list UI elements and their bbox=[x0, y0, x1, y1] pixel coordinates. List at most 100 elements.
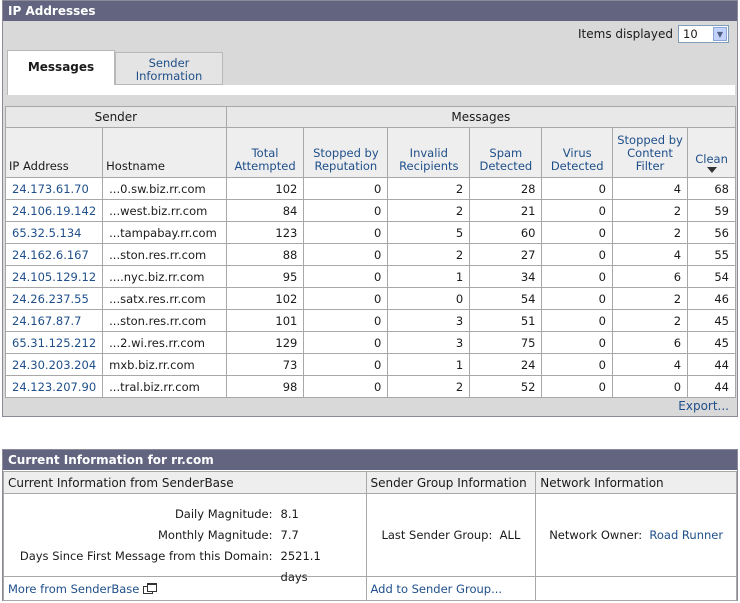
ip-address-link[interactable]: 24.26.237.55 bbox=[4, 287, 104, 310]
tab-label-line2: Information bbox=[135, 69, 203, 83]
clean-cell: 54 bbox=[687, 265, 736, 288]
col-invalid-recipients[interactable]: Invalid Recipients bbox=[387, 127, 471, 178]
ip-address-link[interactable]: 24.30.203.204 bbox=[4, 353, 104, 376]
last-sender-group-value: ALL bbox=[499, 528, 521, 542]
invalid-cell: 2 bbox=[387, 177, 471, 200]
invalid-cell: 2 bbox=[387, 243, 471, 266]
stopped-cell: 0 bbox=[303, 375, 389, 398]
table-row: 24.123.207.90 ...tral.biz.rr.com 98 0 2 52 0 0 4… bbox=[4, 375, 736, 398]
spam-cell: 54 bbox=[469, 287, 543, 310]
hostname-cell: ...tampabay.rr.com bbox=[102, 221, 227, 244]
ip-address-link[interactable]: 24.167.87.7 bbox=[4, 309, 104, 332]
invalid-cell: 0 bbox=[387, 287, 471, 310]
spam-cell: 52 bbox=[469, 375, 543, 398]
daily-magnitude-label: Daily Magnitude: bbox=[174, 506, 273, 521]
tab-sender-information[interactable]: Sender Information bbox=[115, 52, 223, 85]
col-stopped-line2: Reputation bbox=[314, 159, 378, 173]
stopped-cell: 0 bbox=[303, 265, 389, 288]
col-clean[interactable]: Clean bbox=[687, 127, 736, 178]
clean-cell: 46 bbox=[687, 287, 736, 310]
add-to-sender-group-link[interactable]: Add to Sender Group... bbox=[371, 582, 503, 596]
stopped-cell: 0 bbox=[303, 221, 389, 244]
hostname-cell: ...ston.res.rr.com bbox=[102, 309, 227, 332]
ip-address-link[interactable]: 65.31.125.212 bbox=[4, 331, 104, 354]
ip-address-link[interactable]: 24.173.61.70 bbox=[4, 177, 104, 200]
hostname-cell: ....nyc.biz.rr.com bbox=[102, 265, 227, 288]
col-virus-line1: Virus bbox=[562, 146, 592, 160]
export-link[interactable]: Export... bbox=[678, 399, 729, 413]
daily-magnitude-row: Daily Magnitude: 8.1 bbox=[5, 504, 365, 525]
invalid-cell: 1 bbox=[387, 353, 471, 376]
days-since-first-row: Days Since First Message from this Domai… bbox=[5, 546, 365, 584]
total-cell: 98 bbox=[225, 375, 305, 398]
external-window-icon[interactable] bbox=[143, 582, 158, 594]
total-cell: 84 bbox=[225, 199, 305, 222]
hostname-cell: mxb.biz.rr.com bbox=[102, 353, 227, 376]
spam-cell: 60 bbox=[469, 221, 543, 244]
days-since-first-value: 2521.1 days bbox=[280, 548, 321, 584]
items-displayed-select[interactable]: 10 ▼ bbox=[678, 25, 729, 43]
table-row: 24.30.203.204 mxb.biz.rr.com 73 0 1 24 0 4 44 bbox=[4, 353, 736, 376]
clean-cell: 45 bbox=[687, 309, 736, 332]
network-owner-link[interactable]: Road Runner bbox=[649, 528, 723, 542]
total-cell: 102 bbox=[225, 287, 305, 310]
col-stopped-by-content-filter[interactable]: Stopped by Content Filter bbox=[611, 127, 689, 178]
col-total-attempted[interactable]: Total Attempted bbox=[225, 127, 305, 178]
virus-cell: 0 bbox=[541, 353, 613, 376]
hostname-cell: ...satx.res.rr.com bbox=[102, 287, 227, 310]
invalid-cell: 1 bbox=[387, 265, 471, 288]
col-stopped-by-reputation[interactable]: Stopped by Reputation bbox=[303, 127, 389, 178]
total-cell: 123 bbox=[225, 221, 305, 244]
clean-cell: 55 bbox=[687, 243, 736, 266]
content-cell: 4 bbox=[611, 353, 689, 376]
ip-address-link[interactable]: 24.123.207.90 bbox=[4, 375, 104, 398]
col-virus-line2: Detected bbox=[550, 159, 604, 173]
clean-cell: 45 bbox=[687, 331, 736, 354]
ip-address-link[interactable]: 24.105.129.12 bbox=[4, 265, 104, 288]
spam-cell: 24 bbox=[469, 353, 543, 376]
tab-messages[interactable]: Messages bbox=[7, 50, 115, 85]
header-senderbase: Current Information from SenderBase bbox=[3, 471, 367, 494]
tab-label-line1: Sender bbox=[148, 56, 190, 70]
virus-cell: 0 bbox=[541, 265, 613, 288]
table-row: 24.105.129.12 ....nyc.biz.rr.com 95 0 1 34 0 6 5… bbox=[4, 265, 736, 288]
virus-cell: 0 bbox=[541, 243, 613, 266]
senderbase-info: Daily Magnitude: 8.1 Monthly Magnitude: 7.… bbox=[3, 493, 367, 584]
col-content-line1: Stopped by bbox=[617, 133, 683, 147]
daily-magnitude-value: 8.1 bbox=[280, 506, 299, 521]
stopped-cell: 0 bbox=[303, 199, 389, 222]
table-row: 24.26.237.55 ...satx.res.rr.com 102 0 0 54 0 2 4… bbox=[4, 287, 736, 310]
col-spam-detected[interactable]: Spam Detected bbox=[469, 127, 543, 178]
group-header-sender: Sender bbox=[5, 106, 227, 128]
tab-body-strip bbox=[7, 85, 735, 95]
stopped-cell: 0 bbox=[303, 177, 389, 200]
monthly-magnitude-value: 7.7 bbox=[280, 527, 299, 542]
sort-descending-icon bbox=[706, 167, 717, 173]
ip-address-link[interactable]: 65.32.5.134 bbox=[4, 221, 104, 244]
content-cell: 6 bbox=[611, 331, 689, 354]
content-cell: 0 bbox=[611, 375, 689, 398]
total-cell: 102 bbox=[225, 177, 305, 200]
more-from-senderbase-link[interactable]: More from SenderBase bbox=[8, 582, 139, 596]
invalid-cell: 2 bbox=[387, 375, 471, 398]
monthly-magnitude-label: Monthly Magnitude: bbox=[158, 527, 273, 542]
invalid-cell: 3 bbox=[387, 309, 471, 332]
stopped-cell: 0 bbox=[303, 309, 389, 332]
total-cell: 101 bbox=[225, 309, 305, 332]
total-cell: 88 bbox=[225, 243, 305, 266]
hostname-cell: ...tral.biz.rr.com bbox=[102, 375, 227, 398]
ip-address-link[interactable]: 24.162.6.167 bbox=[4, 243, 104, 266]
tab-bar: Messages Sender Information bbox=[7, 48, 737, 85]
col-spam-line2: Detected bbox=[479, 159, 533, 173]
col-virus-detected[interactable]: Virus Detected bbox=[541, 127, 613, 178]
ip-address-link[interactable]: 24.106.19.142 bbox=[4, 199, 104, 222]
spam-cell: 51 bbox=[469, 309, 543, 332]
empty-footer-cell bbox=[535, 576, 737, 601]
chevron-down-icon[interactable]: ▼ bbox=[713, 27, 727, 41]
spam-cell: 21 bbox=[469, 199, 543, 222]
add-to-sender-group-cell: Add to Sender Group... bbox=[365, 576, 537, 601]
invalid-cell: 2 bbox=[387, 199, 471, 222]
col-spam-line1: Spam bbox=[489, 146, 523, 160]
col-total-line1: Total bbox=[251, 146, 279, 160]
ip-addresses-panel: IP Addresses Items displayed 10 ▼ Messag… bbox=[2, 0, 738, 417]
